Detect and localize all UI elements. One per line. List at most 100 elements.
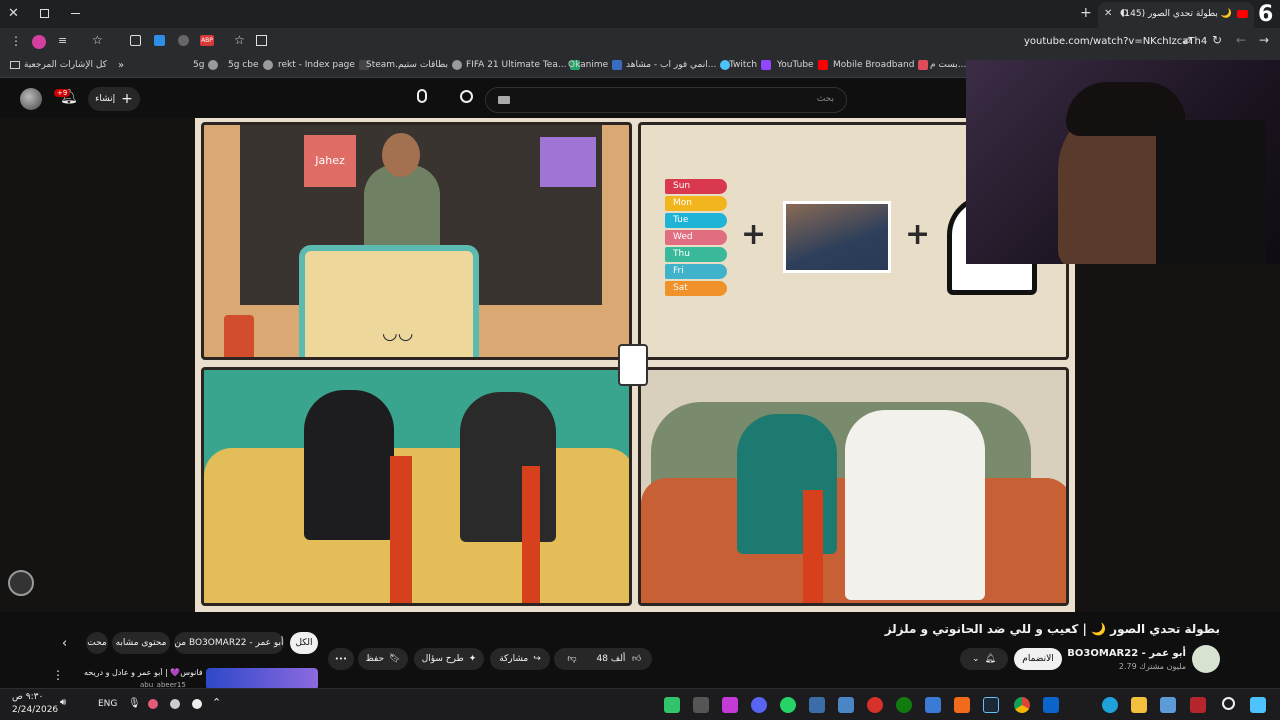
file-explorer-icon[interactable] [1131,697,1147,713]
search-placeholder: بحث [816,94,834,104]
chip-all[interactable]: الكل [290,632,318,654]
restore-window-button[interactable] [40,9,49,18]
video-frame[interactable]: Jahez ◡◡ Sun Mon Tue Wed Thu Fri Sat + + [195,118,1075,612]
ask-button[interactable]: طرح سؤال ✦ [414,648,484,670]
desk-face-icon: ◡◡ [382,323,414,344]
bookmark-all[interactable]: كل الإشارات المرجعية [10,60,107,70]
favorites-icon[interactable]: ☆ [92,33,103,47]
tray-expand-icon[interactable]: ⌃ [212,696,221,709]
screenshot-icon[interactable] [256,35,267,46]
bookmark-broadband[interactable]: Mobile Broadband [833,60,929,70]
xbox-icon[interactable] [896,697,912,713]
minimize-window-button[interactable] [71,13,80,14]
adblock-icon[interactable]: ABP [200,35,214,46]
bookmark-star-icon[interactable]: ☆ [234,33,245,47]
corner-badge: 6 [1258,2,1274,27]
profile-avatar[interactable] [32,35,46,49]
menu-dots-icon[interactable]: ⋮ [10,34,22,48]
account-avatar[interactable] [20,88,42,110]
close-window-button[interactable]: ✕ [8,7,22,21]
steam-tray-icon[interactable] [170,699,180,709]
start-button-icon[interactable] [1250,697,1266,713]
app-orange-icon[interactable] [954,697,970,713]
chip-similar[interactable]: محتوى مشابه [112,632,170,654]
clock-time[interactable]: ٩:٣٠ ص [12,692,43,702]
extension-grey-icon[interactable] [178,35,189,46]
chips-prev-icon[interactable]: ‹ [62,636,67,651]
app-green-icon[interactable] [664,697,680,713]
clock-date[interactable]: 2/24/2026 [12,705,58,715]
more-actions-button[interactable]: ••• [328,648,354,670]
language-indicator[interactable]: ENG [98,699,117,709]
app-red-icon[interactable] [867,697,883,713]
outlook-icon[interactable] [1043,697,1059,713]
rec-menu-icon[interactable]: ⋮ [52,668,64,682]
save-button[interactable]: حفظ 🔖︎ [358,648,408,670]
search-button-icon[interactable] [460,90,473,103]
join-button[interactable]: الانضمام [1014,648,1062,670]
like-count[interactable]: 48 ألف [595,654,627,664]
keyboard-icon[interactable] [498,96,510,104]
reload-icon[interactable]: ↻ [1212,33,1222,47]
extension-blue-icon[interactable] [154,35,165,46]
url-text[interactable]: youtube.com/watch?v=NKchIzcaTh4 [1024,36,1207,47]
bookmark-5g-cbe[interactable]: 5g cbe [228,60,273,70]
app-purple-icon[interactable] [722,697,738,713]
app-tiles-icon[interactable] [1160,697,1176,713]
chip-more[interactable]: محت [86,632,108,654]
app-game-icon[interactable] [693,697,709,713]
site-settings-icon[interactable]: ⇄ [1183,34,1192,47]
twitch-icon [761,60,772,70]
bookmark-rekt[interactable]: rekt - Index page [278,60,369,70]
windows-taskbar: ٩:٣٠ ص 2/24/2026 🔊︎ ENG 🎙︎ ⌃ [0,688,1280,720]
chevron-down-icon: ⌄ [972,654,980,664]
subscribed-button[interactable]: ⌄ 🔔︎ [960,648,1008,670]
bookmark-twitch[interactable]: Twitch [729,60,772,70]
tab-close-icon[interactable]: ✕ [1104,8,1112,19]
back-icon[interactable]: → [1259,33,1269,47]
reading-list-icon[interactable]: ≡ [58,34,67,47]
bookmark-fifa[interactable]: FIFA 21 Ultimate Tea... [466,60,581,70]
search-input[interactable]: بحث [485,87,847,113]
folder-icon [10,61,20,69]
edge-icon[interactable] [1102,697,1118,713]
bookmark-5g[interactable]: 5g [193,60,219,70]
extensions-icon[interactable] [130,35,141,46]
chrome-icon[interactable] [1014,697,1030,713]
create-button[interactable]: إنشاء + [88,87,140,111]
bookmark-last[interactable]: بست م... [930,60,966,70]
like-icon[interactable]: 👍︎ [632,654,652,664]
channel-watermark-icon[interactable] [8,570,34,596]
whatsapp-icon[interactable] [780,697,796,713]
day-tag: Tue [665,213,727,228]
mic-icon[interactable]: 🎙︎ [128,698,141,709]
app-triangle-icon[interactable] [1190,697,1206,713]
okanime-icon [612,60,623,70]
discord-icon[interactable] [751,697,767,713]
rec-thumbnail[interactable] [206,668,318,690]
voice-search-icon[interactable] [417,89,427,103]
discord-tray-icon[interactable] [192,699,202,709]
channel-avatar[interactable] [1192,645,1220,673]
new-tab-button[interactable]: + [1080,5,1092,21]
app-photo-icon[interactable] [838,697,854,713]
channel-name[interactable]: BO3OMAR22 - أبو عمر [1067,648,1186,659]
bookmark-youtube[interactable]: YouTube [777,60,828,70]
bookmark-animeforup[interactable]: انمي فور اب - مشاهد... [626,60,731,70]
app-cloud-icon[interactable] [925,697,941,713]
app-blue-icon[interactable] [809,697,825,713]
steam-icon[interactable] [983,697,999,713]
tray-app-icon[interactable] [148,699,158,709]
bookmark-steam-cards[interactable]: بطاقات ستيم [398,60,462,70]
chip-from-channel[interactable]: من BO3OMAR22 - أبو عمر [174,632,284,654]
bookmark-overflow-icon[interactable]: » [118,60,124,71]
bookmark-okanime[interactable]: Okanime [568,60,623,70]
day-list: Sun Mon Tue Wed Thu Fri Sat [665,179,727,298]
rec-title[interactable]: فانوس💜 | أبو عمر و عادل و دريحه [84,668,202,677]
active-tab[interactable]: ✕ ◐ (145) بطولة تحدي الصور 🌙 [1098,2,1254,28]
forward-icon[interactable]: ← [1236,33,1246,47]
share-button[interactable]: مشاركة ↪ [490,648,550,670]
search-taskbar-icon[interactable] [1222,697,1235,710]
volume-icon[interactable]: 🔊︎ [60,697,66,708]
dislike-button[interactable]: 👎︎ [554,654,590,664]
